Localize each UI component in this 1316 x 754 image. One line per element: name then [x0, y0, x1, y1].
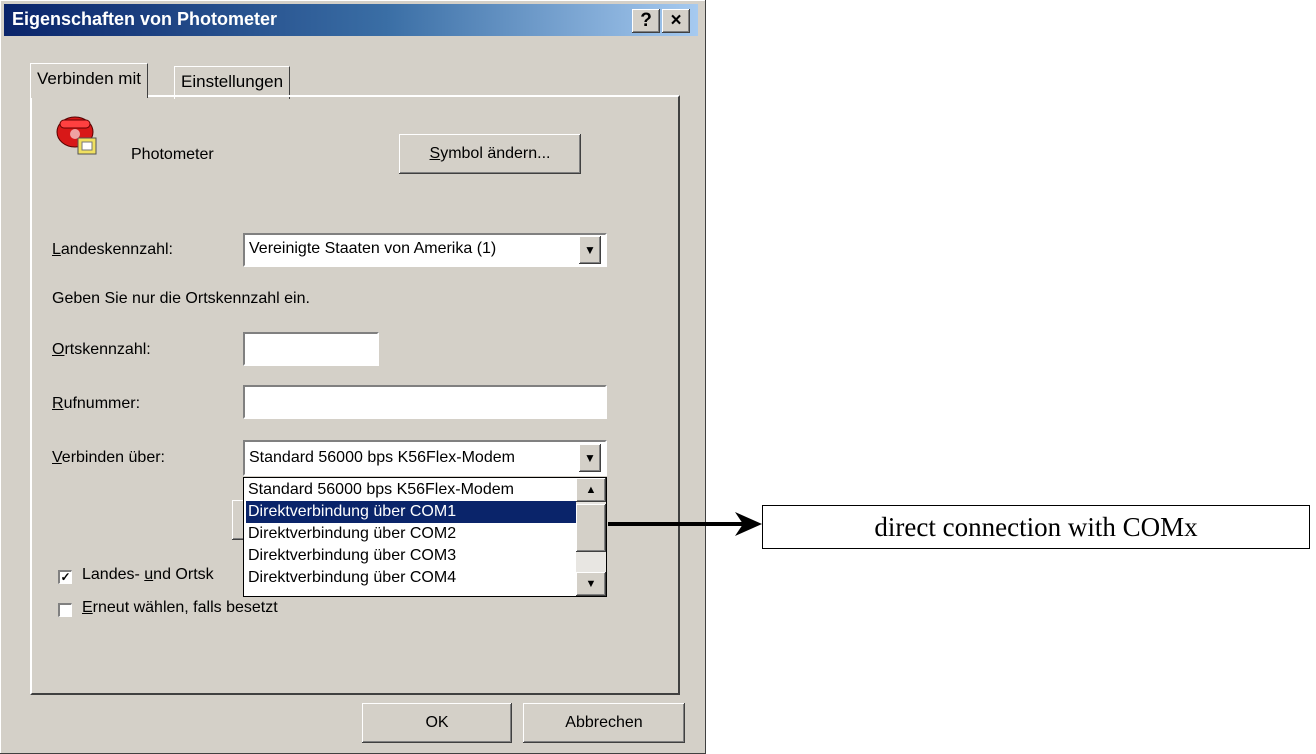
- country-label: Landeskennzahl:: [52, 241, 173, 258]
- button-mnemonic: S: [429, 145, 441, 162]
- connection-name: Photometer: [131, 146, 214, 163]
- close-button[interactable]: ×: [662, 9, 690, 33]
- window-title: Eigenschaften von Photometer: [12, 9, 278, 29]
- ok-button[interactable]: OK: [362, 703, 512, 743]
- country-select[interactable]: Vereinigte Staaten von Amerika (1) ▼: [243, 233, 607, 267]
- phone-icon: [56, 116, 97, 155]
- checkbox-redial[interactable]: [58, 603, 72, 617]
- annotation-callout: direct connection with COMx: [762, 505, 1310, 549]
- list-item[interactable]: Direktverbindung über COM2: [246, 523, 576, 545]
- chevron-down-icon[interactable]: ▼: [579, 236, 601, 264]
- scroll-down-icon[interactable]: ▼: [576, 572, 606, 596]
- annotation-arrow: [608, 512, 762, 536]
- checkbox-use-area-code-label: Landes- und Ortsk: [82, 566, 214, 583]
- phone-label: Rufnummer:: [52, 395, 141, 412]
- list-item[interactable]: Standard 56000 bps K56Flex-Modem: [246, 479, 576, 501]
- area-code-label: Ortskennzahl:: [52, 341, 151, 358]
- cancel-button[interactable]: Abbrechen: [523, 703, 685, 743]
- area-code-hint: Geben Sie nur die Ortskennzahl ein.: [52, 290, 310, 307]
- tab-verbinden-mit[interactable]: Verbinden mit: [30, 63, 148, 98]
- checkbox-redial-label: Erneut wählen, falls besetzt: [82, 599, 278, 616]
- tab-label: Verbinden mit: [37, 69, 141, 88]
- connect-via-value: Standard 56000 bps K56Flex-Modem: [249, 449, 515, 466]
- title-bar[interactable]: Eigenschaften von Photometer ? ×: [4, 4, 698, 36]
- list-item-selected[interactable]: Direktverbindung über COM1: [246, 501, 576, 523]
- change-icon-button[interactable]: Symbol ändern...: [399, 134, 581, 174]
- connect-via-options-list: Standard 56000 bps K56Flex-Modem Direktv…: [243, 477, 607, 597]
- tab-label: Einstellungen: [181, 72, 284, 91]
- phone-input[interactable]: [243, 385, 607, 419]
- button-label: ymbol ändern...: [440, 145, 551, 162]
- country-value: Vereinigte Staaten von Amerika (1): [249, 240, 497, 257]
- scroll-up-icon[interactable]: ▲: [576, 478, 606, 502]
- chevron-down-icon[interactable]: ▼: [579, 444, 601, 472]
- connect-via-label: Verbinden über:: [52, 449, 165, 466]
- list-item[interactable]: Direktverbindung über COM4: [246, 567, 576, 589]
- help-button[interactable]: ?: [632, 9, 660, 33]
- checkbox-use-area-code[interactable]: ✓: [58, 570, 72, 584]
- list-item[interactable]: Direktverbindung über COM3: [246, 545, 576, 567]
- connect-via-select[interactable]: Standard 56000 bps K56Flex-Modem ▼: [243, 440, 607, 476]
- properties-dialog: Eigenschaften von Photometer ? × Verbind…: [0, 0, 706, 754]
- area-code-input[interactable]: [243, 332, 379, 366]
